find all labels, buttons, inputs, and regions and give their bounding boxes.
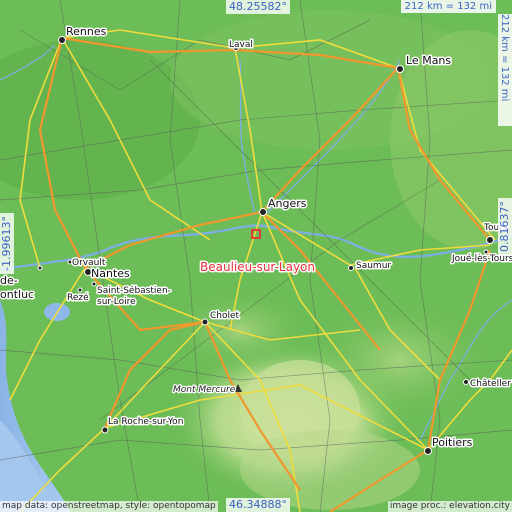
label-orvault: Orvault [72,258,106,268]
chatellerault-marker [463,379,469,385]
label-saint-sebastien-2: sur-Loire [97,297,136,307]
label-angers: Angers [268,197,307,210]
label-saint-sebastien: Saint-Sébastien- [97,285,171,296]
label-cholet: Cholet [210,311,240,321]
label-chatellerault: Châteller [470,379,511,389]
label-poitiers: Poitiers [432,436,473,449]
tours-marker [486,236,494,244]
west-marker [37,265,43,271]
la-roche-marker [101,426,109,434]
coordinate-top: 48.25582° [226,0,290,14]
saint-sebastien-marker [91,281,97,287]
map-view[interactable]: Rennes Laval Le Mans Angers Saumur Tours… [0,0,512,512]
label-reze: Rezé [67,292,89,303]
scale-vertical: 212 km = 132 mi [499,14,510,102]
label-rennes: Rennes [66,25,107,38]
attribution-right: image proc.: elevation.city [387,501,512,512]
poitiers-marker [424,447,432,455]
label-mont-mercure: Mont Mercure [173,385,236,395]
saumur-marker [348,265,354,271]
reze-marker [77,287,83,293]
label-la-roche: La Roche-sur-Yon [108,417,183,427]
coordinate-right: 0.81637° [498,198,512,255]
label-west-fragment-1: de- [0,274,18,287]
map-canvas: Rennes Laval Le Mans Angers Saumur Tours… [0,0,512,512]
angers-marker [259,208,267,216]
rennes-marker [58,36,66,44]
le-mans-marker [396,65,404,73]
label-target: Beaulieu-sur-Layon [200,260,315,274]
coordinate-bottom: 46.34888° [226,498,290,512]
label-nantes: Nantes [91,267,130,280]
cholet-marker [201,318,209,326]
attribution-left: map data: openstreetmap, style: opentopo… [0,501,218,512]
label-laval: Laval [229,40,253,50]
label-saumur: Saumur [356,261,391,271]
label-west-fragment-2: ontluc [0,288,34,301]
scale-horizontal: 212 km = 132 mi [400,0,496,13]
scale-vertical-box: 212 km = 132 mi [498,14,512,126]
label-le-mans: Le Mans [406,54,451,67]
coordinate-left: -1.99613° [0,213,14,274]
